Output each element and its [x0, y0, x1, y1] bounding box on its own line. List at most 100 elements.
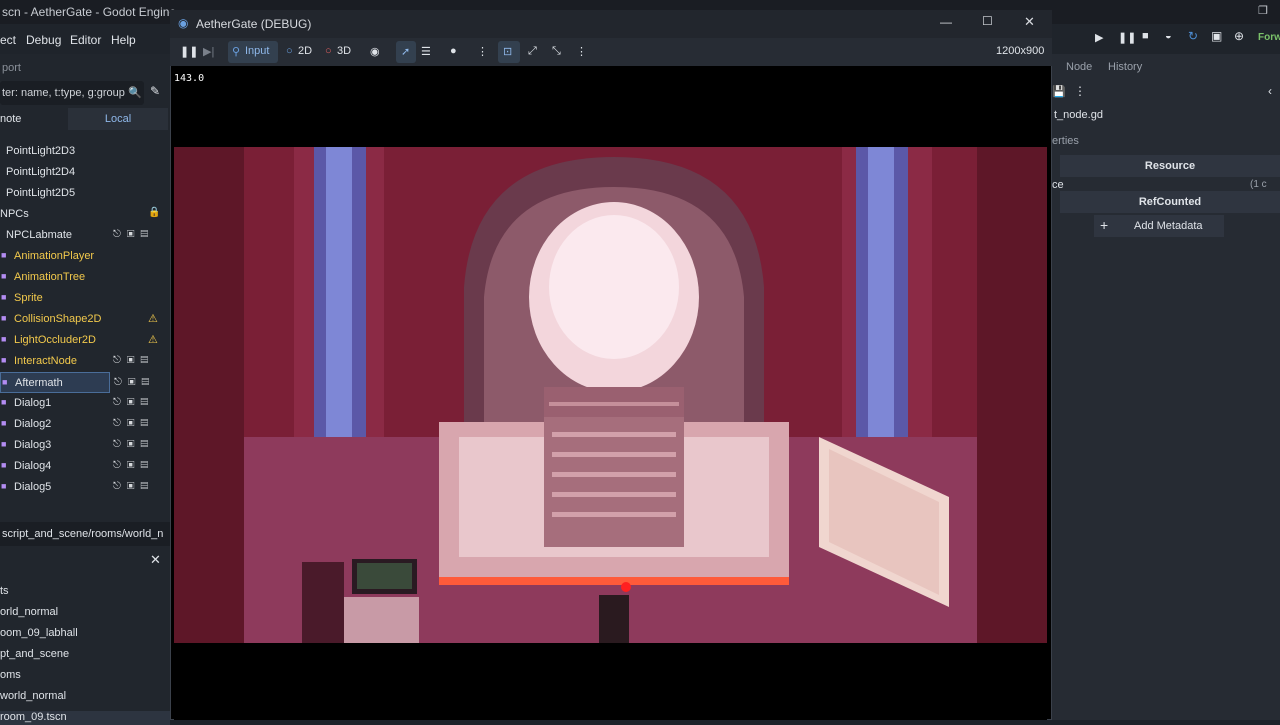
- script-filter-icon[interactable]: ✎: [150, 84, 160, 98]
- stop-icon[interactable]: ■: [1142, 30, 1149, 42]
- menu-editor[interactable]: Editor: [70, 33, 101, 47]
- chevron-left-icon[interactable]: ‹: [1268, 84, 1272, 98]
- expand-icon[interactable]: ⤡: [552, 45, 561, 58]
- fps-counter: 143.0: [174, 73, 205, 84]
- menu-project[interactable]: ect: [0, 33, 16, 47]
- restore-icon[interactable]: ❐: [1258, 4, 1268, 17]
- refcounted-label: RefCounted: [1138, 196, 1202, 208]
- node-action-icons[interactable]: ⎋▣▤: [114, 377, 155, 388]
- zoom-icon[interactable]: ⊕: [1234, 29, 1244, 43]
- camera-icon[interactable]: ●: [450, 45, 457, 57]
- tree-item-label: AnimationTree: [14, 271, 86, 283]
- node-action-icons[interactable]: ⎋▣▤: [113, 460, 154, 471]
- next-frame-icon[interactable]: ▶|: [203, 45, 214, 58]
- mode-3d[interactable]: 3D: [337, 45, 351, 57]
- node-action-icons[interactable]: ⎋▣▤: [113, 229, 154, 240]
- tree-item[interactable]: NPCLabmate ⎋▣▤: [0, 225, 170, 246]
- mode-2d[interactable]: 2D: [298, 45, 312, 57]
- filesystem-item[interactable]: room_09.tscn: [0, 711, 170, 725]
- more-options-icon[interactable]: ⋮: [477, 45, 488, 58]
- reload-icon[interactable]: ↻: [1188, 29, 1198, 43]
- tree-item[interactable]: InteractNode ■ ⎋▣▤: [0, 351, 170, 372]
- tree-item[interactable]: PointLight2D5: [0, 183, 170, 204]
- fit-icon[interactable]: ⤢: [528, 45, 537, 58]
- tree-item[interactable]: Dialog4 ■ ⎋▣▤: [0, 456, 170, 477]
- select-mode-button[interactable]: ➚: [396, 41, 416, 63]
- close-window-icon[interactable]: ✕: [1024, 14, 1035, 30]
- minimize-icon[interactable]: —: [940, 15, 952, 29]
- dock-title: port: [2, 62, 21, 74]
- tree-item[interactable]: LightOccluder2D ■ ⚠: [0, 330, 170, 351]
- filesystem-item[interactable]: pt_and_scene: [0, 648, 69, 660]
- filesystem-item[interactable]: world_normal: [0, 690, 66, 702]
- tree-item[interactable]: Dialog1 ■ ⎋▣▤: [0, 393, 170, 414]
- tree-item-label: LightOccluder2D: [14, 334, 96, 346]
- save-icon[interactable]: 💾: [1052, 85, 1066, 98]
- tree-item-label: Dialog5: [14, 481, 52, 493]
- node-action-icons[interactable]: ⎋▣▤: [113, 439, 154, 450]
- game-title: AetherGate (DEBUG): [196, 17, 312, 31]
- tree-item[interactable]: Dialog3 ■ ⎋▣▤: [0, 435, 170, 456]
- warning-icon[interactable]: ⚠: [148, 333, 158, 346]
- game-scene[interactable]: [174, 147, 1047, 643]
- filesystem-item[interactable]: orld_normal: [0, 606, 58, 618]
- tree-item-label: Aftermath: [15, 377, 63, 389]
- tree-item-label: Dialog4: [14, 460, 52, 472]
- maximize-icon[interactable]: ☐: [982, 14, 993, 28]
- warning-icon[interactable]: ⚠: [148, 312, 158, 325]
- filesystem-item[interactable]: ts: [0, 585, 9, 597]
- node-type-icon: ■: [1, 334, 7, 344]
- more-view-icon[interactable]: ⋮: [576, 45, 587, 58]
- node-action-icons[interactable]: ⎋▣▤: [113, 481, 154, 492]
- joystick-icon: ⚲: [232, 46, 241, 58]
- tree-item[interactable]: Dialog2 ■ ⎋▣▤: [0, 414, 170, 435]
- circle-2d-icon: ○: [286, 45, 293, 57]
- more-icon[interactable]: ⋮: [1074, 84, 1086, 98]
- tree-item[interactable]: PointLight2D3: [0, 141, 170, 162]
- plus-icon: +: [1100, 217, 1109, 233]
- node-type-icon: ■: [1, 313, 7, 323]
- tab-node[interactable]: Node: [1066, 61, 1092, 73]
- tree-item[interactable]: Sprite ■: [0, 288, 170, 309]
- play-icon[interactable]: ▶: [1095, 31, 1103, 44]
- tree-item[interactable]: Aftermath ■ ⎋▣▤: [0, 372, 149, 393]
- scene-dock: port ter: name, t:type, g:group 🔍 ✎ note…: [0, 54, 170, 725]
- tree-item[interactable]: Dialog5 ■ ⎋▣▤: [0, 477, 170, 498]
- tree-item[interactable]: NPCs 🔒: [0, 204, 170, 225]
- add-metadata-button[interactable]: + Add Metadata: [1094, 215, 1224, 237]
- tab-remote[interactable]: note: [0, 108, 66, 130]
- list-icon[interactable]: ☰: [421, 45, 431, 58]
- tree-item[interactable]: AnimationPlayer ■: [0, 246, 170, 267]
- tree-item[interactable]: CollisionShape2D ■ ⚠: [0, 309, 170, 330]
- resource-header[interactable]: Resource: [1060, 155, 1280, 177]
- filesystem-path[interactable]: script_and_scene/rooms/world_n: [0, 522, 170, 546]
- remote-debug-icon[interactable]: ◒: [1165, 30, 1172, 42]
- node-action-icons[interactable]: ⎋▣▤: [113, 355, 154, 366]
- pause-game-icon[interactable]: ❚❚: [180, 45, 198, 58]
- tab-local[interactable]: Local: [68, 108, 168, 130]
- input-toggle[interactable]: ⚲ Input: [228, 41, 278, 63]
- renderer-label[interactable]: Forw: [1258, 32, 1280, 43]
- close-icon[interactable]: ✕: [150, 552, 161, 568]
- movie-icon[interactable]: ▣: [1211, 29, 1222, 43]
- filesystem-item[interactable]: oms: [0, 669, 21, 681]
- node-type-icon: ■: [1, 460, 7, 470]
- menu-help[interactable]: Help: [111, 33, 136, 47]
- tree-item[interactable]: AnimationTree ■: [0, 267, 170, 288]
- node-action-icons[interactable]: ⎋▣▤: [113, 397, 154, 408]
- run-toolbar: ▶ ❚❚ ■ ◒ ↻ ▣ ⊕ Forw: [1050, 24, 1280, 54]
- tree-item-label: CollisionShape2D: [14, 313, 102, 325]
- filesystem-item[interactable]: oom_09_labhall: [0, 627, 78, 639]
- eye-icon[interactable]: ◉: [370, 45, 380, 58]
- filter-input[interactable]: ter: name, t:type, g:group: [0, 81, 144, 105]
- scene-tabs: note Local: [0, 108, 170, 130]
- tree-item-label: PointLight2D3: [6, 145, 76, 157]
- tree-item[interactable]: PointLight2D4: [0, 162, 170, 183]
- pause-icon[interactable]: ❚❚: [1118, 31, 1136, 44]
- lock-icon[interactable]: 🔒: [148, 207, 160, 218]
- menu-debug[interactable]: Debug: [26, 33, 61, 47]
- focus-button[interactable]: ⊡: [498, 41, 520, 63]
- refcounted-header[interactable]: RefCounted: [1060, 191, 1280, 213]
- tab-history[interactable]: History: [1108, 61, 1142, 73]
- node-action-icons[interactable]: ⎋▣▤: [113, 418, 154, 429]
